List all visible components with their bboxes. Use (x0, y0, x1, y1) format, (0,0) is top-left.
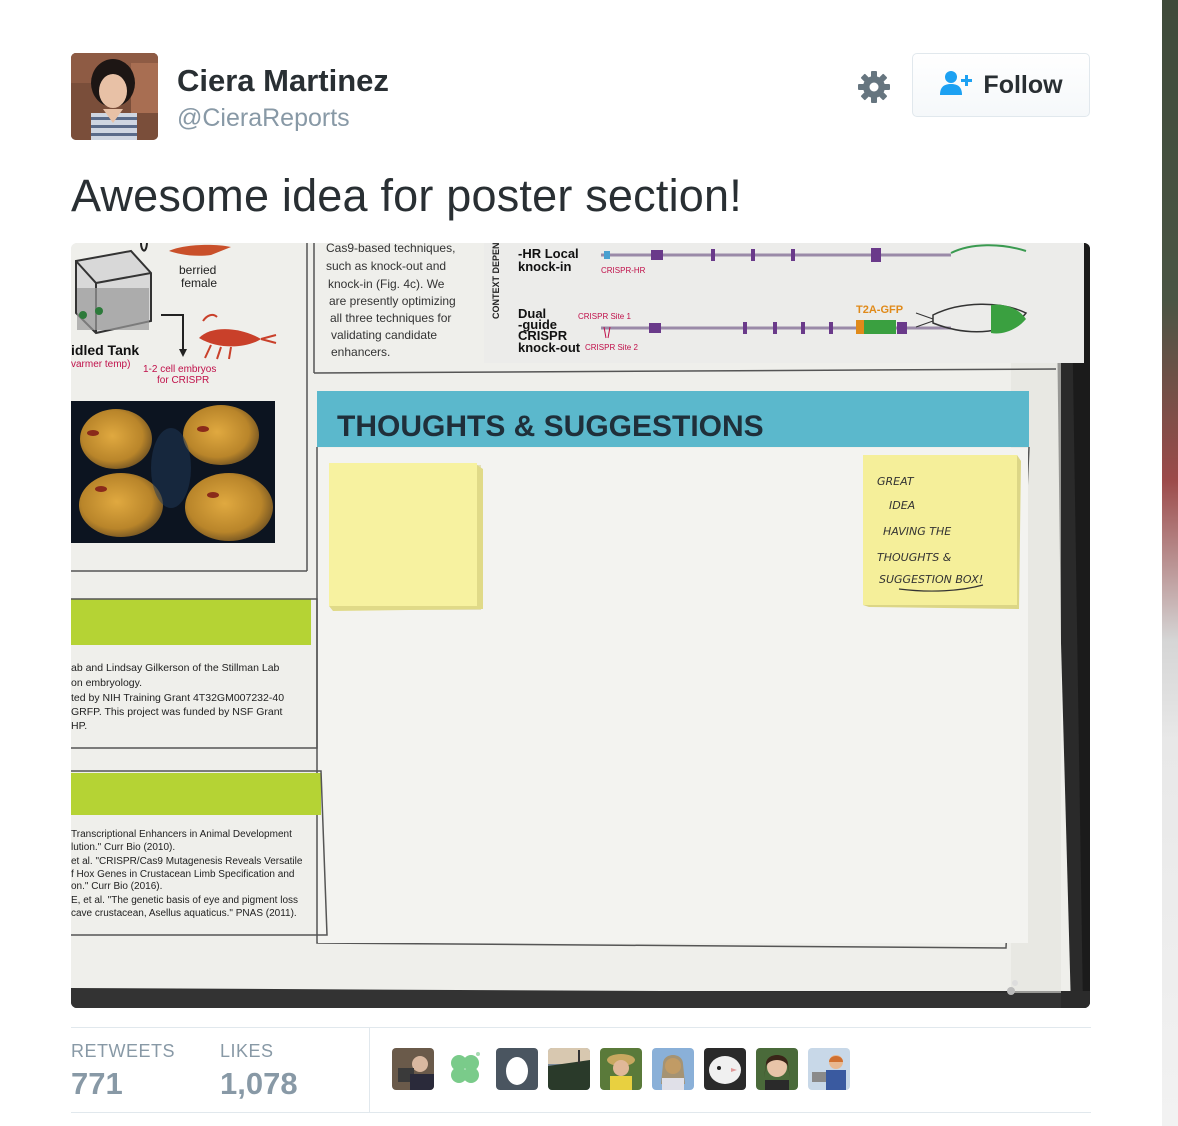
embryo-label-2: for CRISPR (157, 375, 209, 386)
ref-line-3: et al. "CRISPR/Cas9 Mutagenesis Reveals … (71, 856, 303, 867)
avatar[interactable] (71, 53, 158, 140)
ack-line-4: GRFP. This project was funded by NSF Gra… (71, 706, 283, 718)
method-line-6: validating candidate (331, 328, 437, 342)
follow-button-label: Follow (983, 70, 1063, 99)
gear-icon[interactable] (855, 68, 893, 106)
embryo-label-1: 1-2 cell embryos (143, 364, 216, 375)
method-line-4: are presently optimizing (329, 294, 456, 308)
divider (71, 1027, 1091, 1028)
tank-sublabel: varmer temp) (71, 359, 130, 370)
liker-avatar[interactable] (444, 1048, 486, 1090)
crispr-hr-label: CRISPR-HR (601, 266, 646, 275)
sticky-line-2: IDEA (889, 499, 915, 512)
liker-avatar[interactable] (548, 1048, 590, 1090)
ref-line-7: cave crustacean, Asellus aquaticus." PNA… (71, 908, 297, 919)
ref-line-4: f Hox Genes in Crustacean Limb Specifica… (71, 869, 294, 880)
ack-line-1: ab and Lindsay Gilkerson of the Stillman… (71, 662, 280, 674)
method-line-2: such as knock-out and (326, 259, 446, 273)
tweet-text: Awesome idea for poster section! (71, 170, 742, 221)
background-edge (1162, 0, 1178, 1126)
method-line-1: Cas9-based techniques, (326, 243, 455, 255)
method-line-7: enhancers. (331, 345, 390, 359)
t2a-label: T2A-GFP (856, 304, 903, 316)
sticky-line-5: SUGGESTION BOX! (879, 573, 983, 586)
add-user-icon (939, 70, 973, 101)
tweet-card: Ciera Martinez @CieraReports Follow Awes… (0, 0, 1162, 1126)
poster-section-title: THOUGHTS & SUGGESTIONS (337, 410, 764, 443)
site1-label: CRISPR Site 1 (578, 312, 631, 321)
liker-avatar[interactable] (392, 1048, 434, 1090)
liker-avatar[interactable] (600, 1048, 642, 1090)
tweet-photo[interactable]: berried female idled Tank varmer temp) 1… (71, 243, 1090, 1008)
berried-label-1: berried (179, 263, 216, 277)
liker-avatar[interactable] (756, 1048, 798, 1090)
ref-line-1: Transcriptional Enhancers in Animal Deve… (71, 829, 292, 840)
site2-label: CRISPR Site 2 (585, 343, 638, 352)
sticky-line-3: HAVING THE (883, 525, 951, 538)
retweets-label[interactable]: RETWEETS (71, 1041, 175, 1062)
ack-line-3: ted by NIH Training Grant 4T32GM007232-4… (71, 692, 284, 704)
liker-avatar[interactable] (496, 1048, 538, 1090)
method-line-5: all three techniques for (330, 311, 451, 325)
retweets-count[interactable]: 771 (71, 1066, 123, 1102)
divider (71, 1112, 1091, 1113)
ack-line-2: on embryology. (71, 677, 142, 689)
hr-label-2: knock-in (518, 259, 572, 274)
method-line-3: knock-in (Fig. 4c). We (328, 277, 445, 291)
dual-label-4: knock-out (518, 340, 581, 355)
follow-button[interactable]: Follow (912, 53, 1090, 117)
tank-label: idled Tank (71, 342, 139, 358)
ref-line-6: E, et al. "The genetic basis of eye and … (71, 895, 298, 906)
svg-text:Cas9-based techniques,: Cas9-based techniques, such as knock-out… (326, 243, 459, 359)
likes-count[interactable]: 1,078 (220, 1066, 298, 1102)
berried-label-2: female (181, 276, 217, 290)
user-handle[interactable]: @CieraReports (177, 104, 350, 133)
ref-line-5: on." Curr Bio (2016). (71, 881, 162, 892)
liker-avatar[interactable] (704, 1048, 746, 1090)
liker-avatar[interactable] (808, 1048, 850, 1090)
user-name[interactable]: Ciera Martinez (177, 63, 389, 99)
liker-avatars (392, 1048, 850, 1090)
divider (369, 1027, 370, 1113)
liker-avatar[interactable] (652, 1048, 694, 1090)
ack-line-5: HP. (71, 720, 87, 732)
sticky-line-4: THOUGHTS & (877, 551, 952, 564)
likes-label[interactable]: LIKES (220, 1041, 274, 1062)
ref-line-2: lution." Curr Bio (2010). (71, 842, 175, 853)
context-label: CONTEXT DEPENDENT (491, 243, 501, 319)
sticky-line-1: GREAT (877, 475, 915, 488)
